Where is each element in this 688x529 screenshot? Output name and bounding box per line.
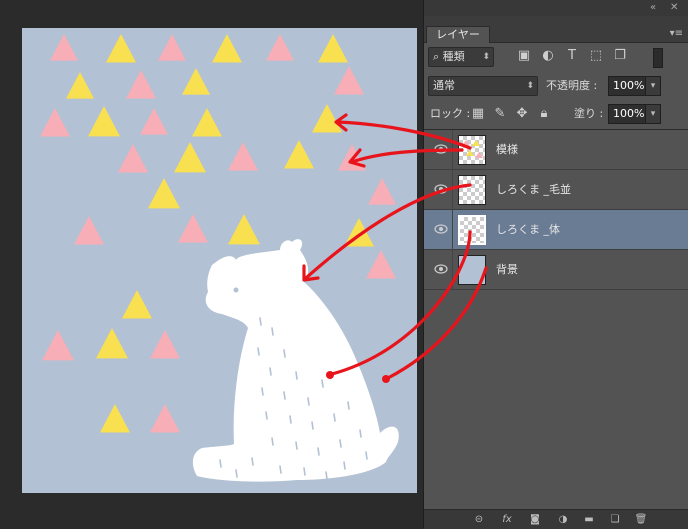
arrow-fur-to-bear bbox=[304, 183, 472, 280]
arrow-background-to-canvas bbox=[386, 266, 488, 380]
arrow-pattern-to-triangle-1 bbox=[336, 120, 472, 150]
arrow-pattern-to-triangle-2 bbox=[350, 148, 464, 164]
annotation-arrows bbox=[302, 113, 488, 383]
arrow-body-to-bear bbox=[330, 230, 472, 376]
